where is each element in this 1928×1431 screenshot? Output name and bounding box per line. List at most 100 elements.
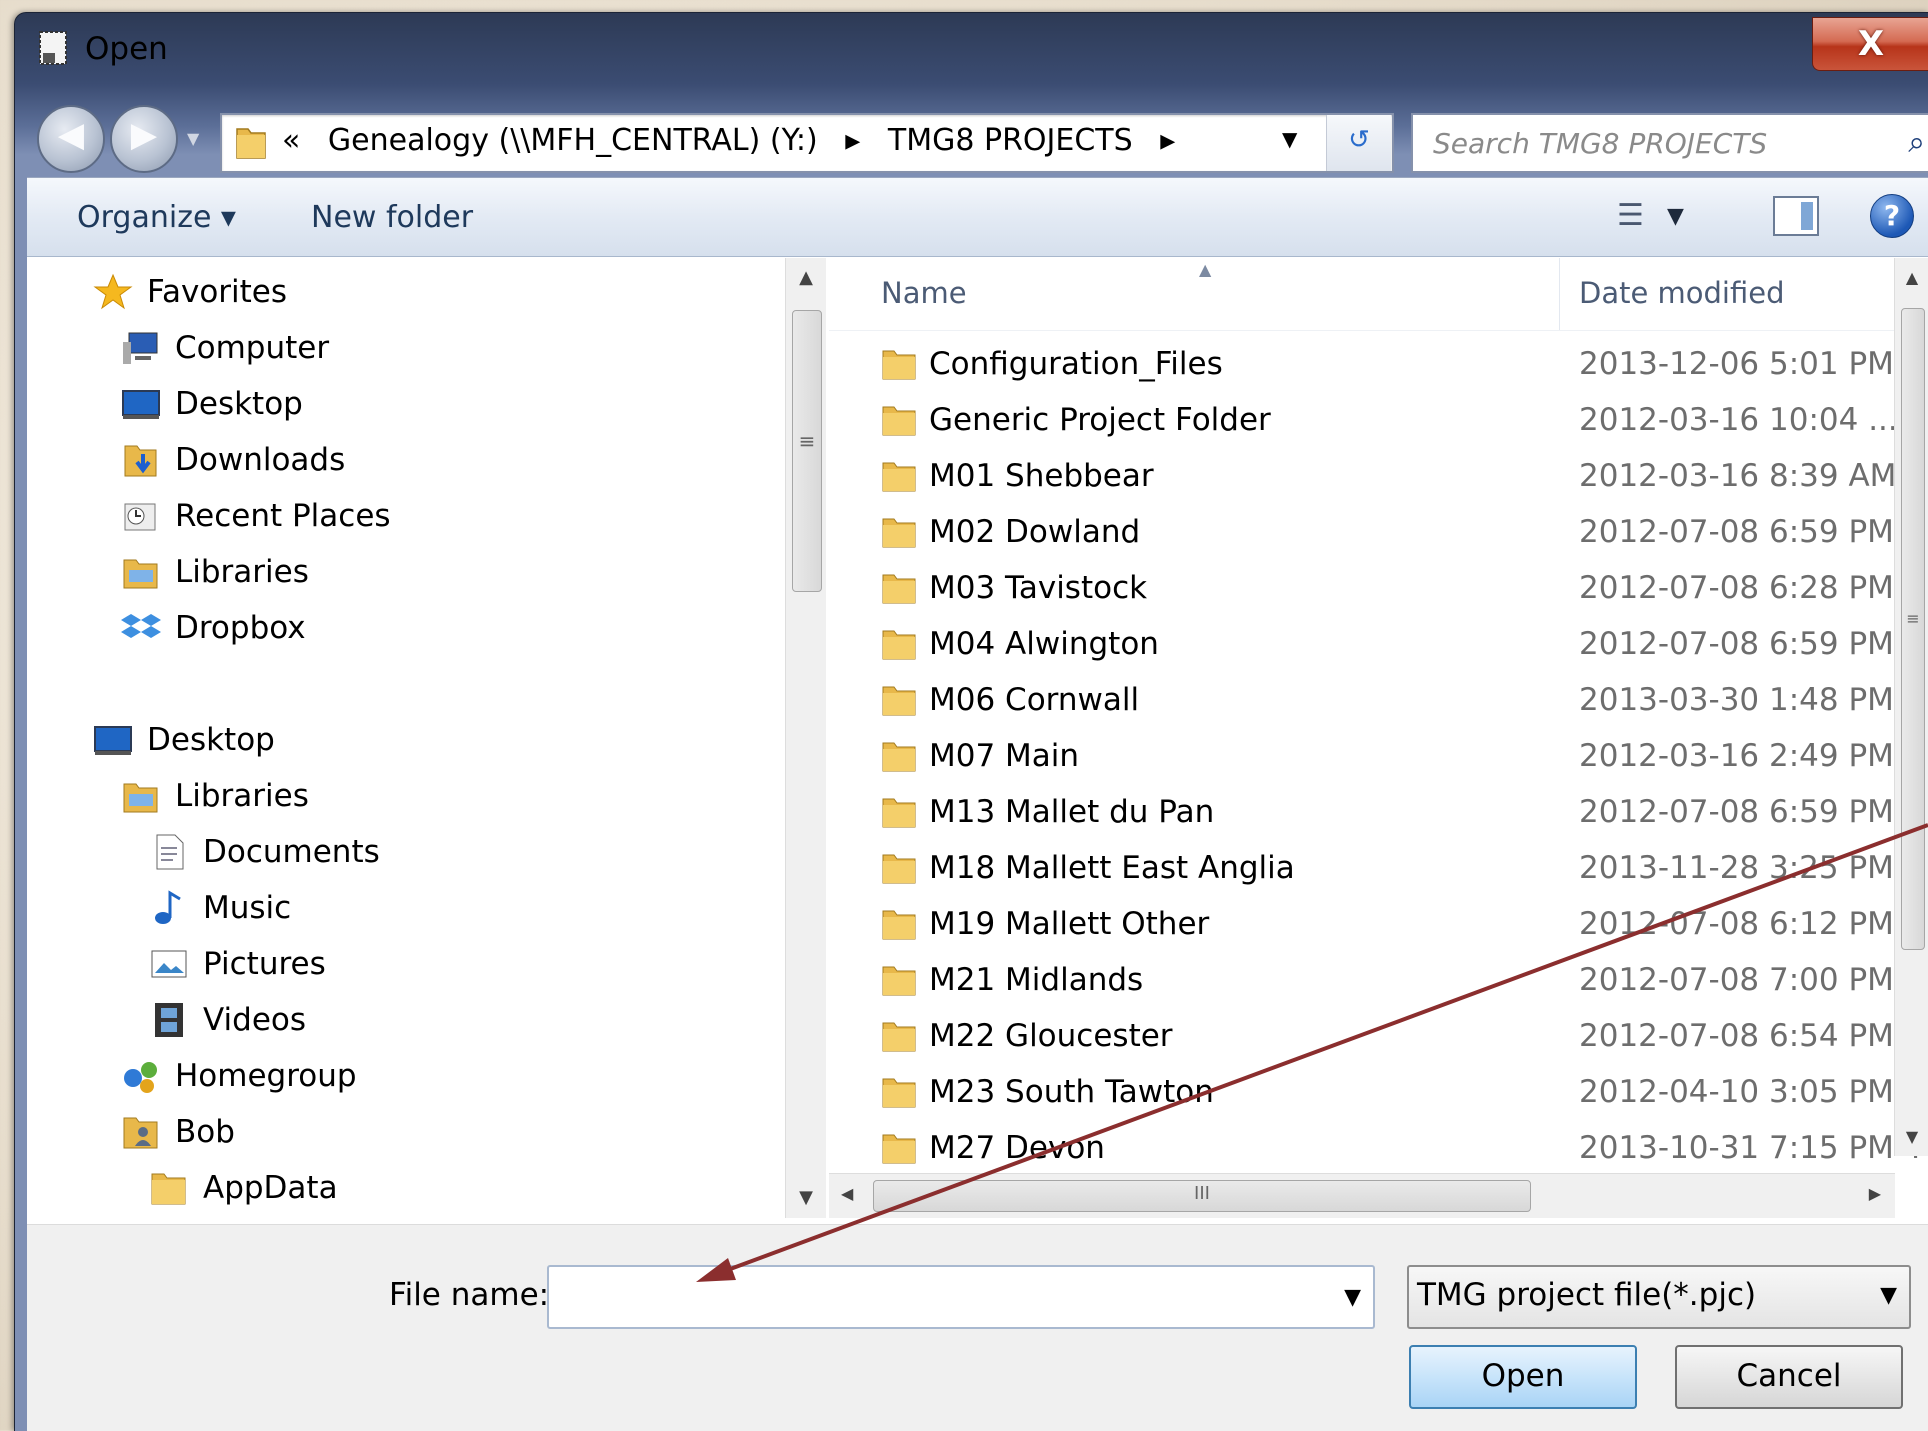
scroll-up-icon[interactable]: ▲ bbox=[786, 258, 826, 298]
title-bar: Open X bbox=[15, 13, 1928, 85]
file-type-select[interactable]: TMG project file(*.pjc) ▼ bbox=[1407, 1265, 1911, 1329]
file-name: M22 Gloucester bbox=[929, 1018, 1173, 1054]
file-name: M07 Main bbox=[929, 738, 1080, 774]
breadcrumb-separator-icon[interactable]: ▸ bbox=[845, 123, 860, 158]
file-date-modified: 2012-07-08 6:54 PM bbox=[1579, 1018, 1894, 1054]
recent-locations-dropdown-icon[interactable]: ▼ bbox=[187, 129, 199, 148]
file-name: M27 Devon bbox=[929, 1130, 1105, 1166]
folder-icon bbox=[882, 630, 916, 660]
folder-icon bbox=[882, 1022, 916, 1052]
file-name: M21 Midlands bbox=[929, 962, 1144, 998]
file-name: M04 Alwington bbox=[929, 626, 1159, 662]
nav-item-label: Bob bbox=[175, 1114, 235, 1150]
search-icon[interactable]: ⌕ bbox=[1908, 125, 1925, 160]
scroll-up-icon[interactable]: ▲ bbox=[1895, 268, 1928, 287]
file-list-vertical-scrollbar[interactable]: ▲ ≡ ▼ bbox=[1894, 258, 1928, 1156]
nav-item-label: Desktop bbox=[147, 722, 275, 758]
file-row[interactable]: M02 Dowland2012-07-08 6:59 PMF bbox=[829, 504, 1928, 560]
scrollbar-thumb[interactable]: ≡ bbox=[792, 310, 822, 592]
back-button[interactable]: ◀ bbox=[37, 105, 105, 173]
dialog-footer: File name: ▼ TMG project file(*.pjc) ▼ O… bbox=[27, 1224, 1928, 1431]
scroll-down-icon[interactable]: ▼ bbox=[1895, 1127, 1928, 1146]
scroll-down-icon[interactable]: ▼ bbox=[786, 1178, 826, 1218]
navigation-pane: Favorites Computer Desktop Downloads Rec… bbox=[27, 258, 827, 1218]
video-film-icon bbox=[155, 1003, 183, 1037]
file-date-modified: 2012-07-08 6:12 PM bbox=[1579, 906, 1894, 942]
file-row[interactable]: Generic Project Folder 2012-03-16 10:04 .… bbox=[829, 392, 1928, 448]
open-button[interactable]: Open bbox=[1409, 1345, 1637, 1409]
file-name-input[interactable]: ▼ bbox=[547, 1265, 1375, 1329]
search-input[interactable]: Search TMG8 PROJECTS ⌕ bbox=[1411, 113, 1928, 173]
file-row[interactable]: M27 Devon2013-10-31 7:15 PMF bbox=[829, 1120, 1928, 1176]
file-row[interactable]: M23 South Tawton2012-04-10 3:05 PMF bbox=[829, 1064, 1928, 1120]
navigation-pane-scrollbar[interactable]: ▲ ≡ ▼ bbox=[785, 258, 826, 1218]
search-placeholder: Search TMG8 PROJECTS bbox=[1433, 127, 1768, 160]
new-folder-button[interactable]: New folder bbox=[311, 200, 473, 235]
scrollbar-thumb[interactable]: III bbox=[873, 1180, 1531, 1212]
star-icon bbox=[93, 273, 133, 310]
nav-item-label: Computer bbox=[175, 330, 330, 366]
breadcrumb-separator-icon[interactable]: ▸ bbox=[1160, 123, 1175, 158]
breadcrumb-genealogy-drive[interactable]: Genealogy (\\MFH_CENTRAL) (Y:) bbox=[328, 123, 818, 158]
scroll-right-icon[interactable]: ▶ bbox=[1869, 1184, 1881, 1203]
forward-arrow-icon: ▶ bbox=[130, 115, 158, 155]
file-name: Generic Project Folder bbox=[929, 402, 1271, 438]
nav-item-label: AppData bbox=[203, 1170, 338, 1206]
file-row[interactable]: M19 Mallett Other2012-07-08 6:12 PMF bbox=[829, 896, 1928, 952]
nav-item-label: Documents bbox=[203, 834, 380, 870]
column-divider[interactable] bbox=[1559, 258, 1560, 330]
file-row[interactable]: M13 Mallet du Pan2012-07-08 6:59 PMF bbox=[829, 784, 1928, 840]
file-name: Configuration_Files bbox=[929, 346, 1223, 382]
folder-icon bbox=[882, 966, 916, 996]
view-options-dropdown-icon[interactable]: ▼ bbox=[1667, 204, 1684, 229]
scroll-left-icon[interactable]: ◀ bbox=[841, 1184, 853, 1203]
file-type-dropdown-icon: ▼ bbox=[1880, 1283, 1897, 1308]
help-icon[interactable]: ? bbox=[1870, 194, 1914, 238]
file-name: M18 Mallett East Anglia bbox=[929, 850, 1295, 886]
sort-ascending-icon: ▲ bbox=[1199, 260, 1212, 279]
nav-item-label: Homegroup bbox=[175, 1058, 357, 1094]
file-row[interactable]: Configuration_Files2013-12-06 5:01 PMF bbox=[829, 336, 1928, 392]
file-date-modified: 2012-03-16 8:39 AM bbox=[1579, 458, 1897, 494]
folder-icon bbox=[882, 462, 916, 492]
back-arrow-icon: ◀ bbox=[57, 115, 85, 155]
folder-icon bbox=[151, 1173, 186, 1205]
nav-item-label: Pictures bbox=[203, 946, 326, 982]
file-row[interactable]: M01 Shebbear2012-03-16 8:39 AMF bbox=[829, 448, 1928, 504]
file-row[interactable]: M18 Mallett East Anglia 2013-11-28 3:25 P… bbox=[829, 840, 1928, 896]
file-row[interactable]: M07 Main2012-03-16 2:49 PMF bbox=[829, 728, 1928, 784]
file-date-modified: 2012-03-16 2:49 PM bbox=[1579, 738, 1894, 774]
nav-item-label: Dropbox bbox=[175, 610, 306, 646]
file-row[interactable]: M21 Midlands2012-07-08 7:00 PMF bbox=[829, 952, 1928, 1008]
file-row[interactable]: M22 Gloucester2012-07-08 6:54 PMF bbox=[829, 1008, 1928, 1064]
file-list-pane: Name ▲ Date modified T Configuration_Fil… bbox=[829, 258, 1928, 1218]
file-row[interactable]: M06 Cornwall2013-03-30 1:48 PMF bbox=[829, 672, 1928, 728]
change-view-icon[interactable]: ☰ bbox=[1617, 198, 1644, 233]
folder-icon bbox=[882, 910, 916, 940]
libraries-icon bbox=[123, 783, 158, 813]
file-row[interactable]: M03 Tavistock2012-07-08 6:28 PMF bbox=[829, 560, 1928, 616]
column-header-date-modified[interactable]: Date modified bbox=[1579, 276, 1785, 310]
file-name-dropdown-icon[interactable]: ▼ bbox=[1344, 1285, 1361, 1310]
scrollbar-thumb[interactable]: ≡ bbox=[1901, 308, 1925, 950]
file-name: M23 South Tawton bbox=[929, 1074, 1214, 1110]
folder-icon bbox=[882, 406, 916, 436]
file-date-modified: 2012-07-08 6:59 PM bbox=[1579, 626, 1894, 662]
nav-item-label: Desktop bbox=[175, 386, 303, 422]
preview-pane-icon[interactable] bbox=[1773, 196, 1819, 236]
nav-item-label: Recent Places bbox=[175, 498, 391, 534]
file-row[interactable]: M04 Alwington2012-07-08 6:59 PMF bbox=[829, 616, 1928, 672]
column-header-name[interactable]: Name bbox=[881, 276, 967, 310]
address-bar[interactable]: « Genealogy (\\MFH_CENTRAL) (Y:) ▸ TMG8 … bbox=[220, 113, 1394, 173]
address-dropdown-icon[interactable]: ▼ bbox=[1282, 127, 1297, 151]
breadcrumb-overflow-icon[interactable]: « bbox=[282, 123, 300, 158]
file-date-modified: 2013-10-31 7:15 PM bbox=[1579, 1130, 1894, 1166]
close-button[interactable]: X bbox=[1812, 17, 1928, 71]
file-list-horizontal-scrollbar[interactable]: ◀ III ▶ bbox=[829, 1173, 1895, 1218]
breadcrumb-tmg8-projects[interactable]: TMG8 PROJECTS bbox=[888, 123, 1133, 158]
forward-button[interactable]: ▶ bbox=[110, 105, 178, 173]
cancel-button[interactable]: Cancel bbox=[1675, 1345, 1903, 1409]
nav-item-label: Libraries bbox=[175, 778, 309, 814]
organize-menu-button[interactable]: Organize ▾ bbox=[77, 200, 236, 235]
refresh-button[interactable]: ↺ bbox=[1326, 115, 1391, 171]
